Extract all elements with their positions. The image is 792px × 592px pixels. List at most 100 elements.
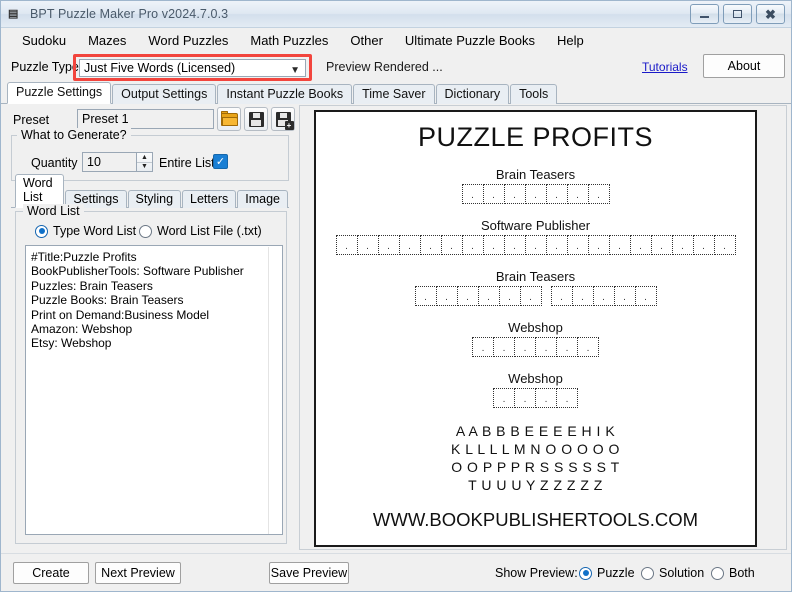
answer-boxes-row [316,184,755,204]
subtab-styling[interactable]: Styling [128,190,182,208]
preview-pane: PUZZLE PROFITS Brain TeasersSoftware Pub… [299,105,787,550]
answer-cell [504,184,526,204]
radio-type-word-list-label: Type Word List [53,224,136,238]
word-list-line: Print on Demand:Business Model [31,308,280,322]
stepper-down-icon[interactable]: ▼ [137,163,152,172]
window-controls: ✖ [690,4,785,24]
preset-input[interactable]: Preset 1 [77,109,214,129]
word-list-line: Puzzle Books: Brain Teasers [31,293,280,307]
radio-type-word-list[interactable]: Type Word List [35,224,136,238]
menu-item-help[interactable]: Help [546,30,595,51]
answer-cell [535,337,557,357]
answer-cell [567,235,589,255]
answer-cell [399,235,421,255]
answer-box-group [551,286,657,306]
puzzle-type-value: Just Five Words (Licensed) [84,60,235,76]
radio-show-both-label: Both [729,566,755,580]
puzzle-page[interactable]: PUZZLE PROFITS Brain TeasersSoftware Pub… [314,110,757,547]
clue-label: Webshop [316,320,755,335]
menu-item-word-puzzles[interactable]: Word Puzzles [137,30,239,51]
clue-label: Software Publisher [316,218,755,233]
maximize-icon[interactable] [723,4,752,24]
answer-cell [556,337,578,357]
word-list-line: #Title:Puzzle Profits [31,250,280,264]
answer-cell [483,235,505,255]
radio-show-both[interactable]: Both [711,566,755,580]
letter-bank-row: K L L L L M N O O O O O [316,440,755,458]
answer-cell [614,286,636,306]
answer-cell [630,235,652,255]
menu-item-math-puzzles[interactable]: Math Puzzles [239,30,339,51]
stepper-up-icon[interactable]: ▲ [137,153,152,163]
subtab-letters[interactable]: Letters [182,190,236,208]
letter-bank-row: A A B B B E E E E H I K [316,422,755,440]
word-list-scrollbar[interactable] [268,247,281,535]
about-button[interactable]: About [703,54,785,78]
next-preview-button[interactable]: Next Preview [95,562,181,584]
close-icon[interactable]: ✖ [756,4,785,24]
title-bar: ▤ BPT Puzzle Maker Pro v2024.7.0.3 ✖ [1,1,791,28]
letter-bank-row: O O P P P R S S S S S T [316,458,755,476]
answer-cell [567,184,589,204]
clue-label: Brain Teasers [316,167,755,182]
radio-show-solution[interactable]: Solution [641,566,704,580]
answer-cell [378,235,400,255]
menu-item-other[interactable]: Other [339,30,394,51]
word-list-line: Amazon: Webshop [31,322,280,336]
save-preview-button[interactable]: Save Preview [269,562,349,584]
save-as-icon[interactable]: + [271,107,295,131]
minimize-icon[interactable] [690,4,719,24]
entire-list-label: Entire List [159,156,215,170]
subtab-image[interactable]: Image [237,190,288,208]
preset-label: Preset [13,113,49,127]
menu-item-ultimate-puzzle-books[interactable]: Ultimate Puzzle Books [394,30,546,51]
puzzle-type-row: Puzzle Type Just Five Words (Licensed) ▼… [1,52,791,83]
tab-puzzle-settings[interactable]: Puzzle Settings [7,82,111,104]
letter-bank: A A B B B E E E E H I KK L L L L M N O O… [316,422,755,494]
puzzle-page-footer: WWW.BOOKPUBLISHERTOOLS.COM [316,509,755,531]
menu-item-mazes[interactable]: Mazes [77,30,137,51]
radio-word-list-file[interactable]: Word List File (.txt) [139,224,262,238]
answer-cell [472,337,494,357]
window-title: BPT Puzzle Maker Pro v2024.7.0.3 [30,7,228,21]
puzzle-type-dropdown[interactable]: Just Five Words (Licensed) ▼ [79,59,306,77]
answer-cell [525,235,547,255]
answer-cell [572,286,594,306]
answer-box-group [415,286,542,306]
answer-cell [504,235,526,255]
tab-output-settings[interactable]: Output Settings [112,84,216,104]
answer-box-group [493,388,578,408]
tab-tools[interactable]: Tools [510,84,557,104]
clue-label: Webshop [316,371,755,386]
folder-open-icon[interactable] [217,107,241,131]
answer-cell [514,388,536,408]
save-icon[interactable] [244,107,268,131]
subtab-word-list[interactable]: Word List [15,174,64,208]
radio-on-icon [35,225,48,238]
tab-time-saver[interactable]: Time Saver [353,84,434,104]
quantity-input[interactable]: 10 [82,152,137,172]
tab-instant-puzzle-books[interactable]: Instant Puzzle Books [217,84,352,104]
answer-cell [672,235,694,255]
radio-show-puzzle[interactable]: Puzzle [579,566,635,580]
answer-cell [577,337,599,357]
radio-off-icon [711,567,724,580]
word-list-textarea[interactable]: #Title:Puzzle Profits BookPublisherTools… [25,245,283,535]
tab-dictionary[interactable]: Dictionary [436,84,510,104]
answer-box-group [336,235,736,255]
menu-item-sudoku[interactable]: Sudoku [11,30,77,51]
application-window: ▤ BPT Puzzle Maker Pro v2024.7.0.3 ✖ Sud… [0,0,792,592]
answer-boxes-row [316,235,755,255]
clue-block: Software Publisher [316,218,755,255]
answer-cell [635,286,657,306]
answer-cell [693,235,715,255]
radio-show-puzzle-label: Puzzle [597,566,635,580]
create-button[interactable]: Create [13,562,89,584]
answer-cell [556,388,578,408]
quantity-stepper[interactable]: ▲ ▼ [137,152,153,172]
tutorials-link[interactable]: Tutorials [642,60,688,74]
entire-list-checkbox[interactable]: ✓ [213,154,228,169]
main-tab-strip: Puzzle Settings Output Settings Instant … [1,83,791,104]
answer-cell [546,235,568,255]
answer-boxes-row [316,286,755,306]
